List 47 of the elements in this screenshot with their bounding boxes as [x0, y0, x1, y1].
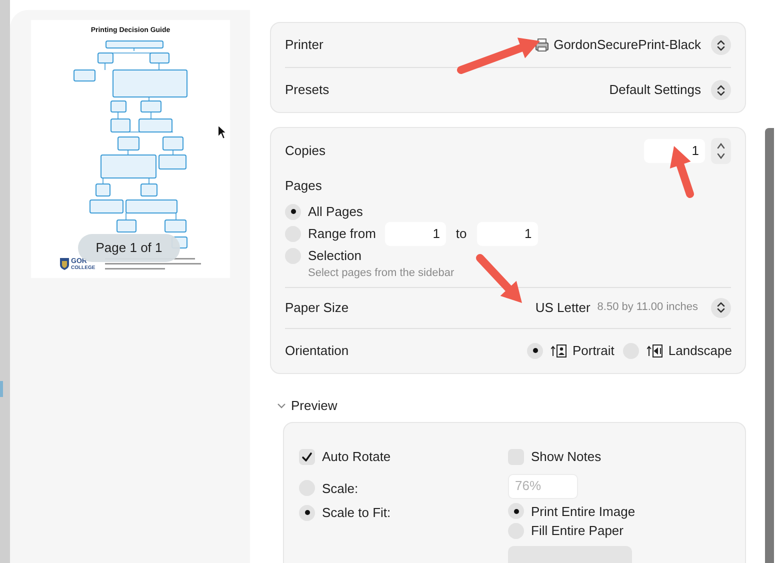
- paper-size-value: US Letter: [535, 298, 590, 317]
- radio-button[interactable]: [299, 504, 315, 521]
- checkbox-label: Auto Rotate: [322, 448, 391, 466]
- paper-size-popup-button[interactable]: [711, 298, 731, 318]
- radio-button[interactable]: [527, 342, 544, 358]
- printer-value: GordonSecurePrint-Black: [554, 36, 701, 54]
- checkbox[interactable]: [299, 448, 315, 465]
- radio-button[interactable]: [508, 503, 524, 520]
- section-title[interactable]: Preview: [291, 396, 338, 415]
- landscape-icon: [647, 344, 664, 358]
- annotation-arrow: [670, 146, 694, 198]
- presets-popup-button[interactable]: [711, 80, 731, 100]
- radio-label: Landscape: [668, 342, 732, 360]
- range-to-field[interactable]: 1: [476, 222, 538, 246]
- field-label: Orientation: [285, 342, 349, 360]
- up-down-chevron-icon: [716, 141, 726, 161]
- field-label: Copies: [285, 142, 326, 160]
- radio-label: Fill Entire Paper: [531, 522, 624, 540]
- field-label: Printer: [285, 36, 324, 54]
- field-label: Pages: [285, 177, 323, 195]
- shield-icon: [60, 258, 69, 270]
- radio-label: All Pages: [308, 202, 363, 221]
- radio-label: Portrait: [572, 342, 614, 360]
- field-label: Paper Size: [285, 298, 349, 317]
- up-down-chevron-icon: [717, 302, 725, 313]
- radio-label: Scale:: [322, 480, 358, 498]
- field-label: Presets: [285, 81, 330, 100]
- mouse-pointer-icon: [217, 124, 227, 140]
- radio-label: Scale to Fit:: [322, 504, 391, 522]
- copies-stepper[interactable]: [711, 138, 731, 164]
- radio-label: Print Entire Image: [531, 502, 636, 521]
- radio-label: Range from: [308, 224, 376, 243]
- checkbox-label: Show Notes: [531, 448, 602, 466]
- up-down-chevron-icon: [717, 40, 725, 50]
- annotation-arrow: [476, 254, 522, 303]
- chevron-icon[interactable]: [277, 400, 286, 410]
- hint-text: Select pages from the sidebar: [308, 266, 456, 278]
- up-down-chevron-icon: [717, 84, 725, 96]
- radio-label: Selection: [308, 246, 362, 265]
- printer-popup-button[interactable]: [711, 35, 731, 55]
- scrollbar-thumb[interactable]: [765, 128, 774, 563]
- paper-size-detail: 8.50 by 11.00 inches: [597, 300, 698, 316]
- radio-button[interactable]: [285, 204, 301, 220]
- presets-value: Default Settings: [609, 81, 701, 100]
- range-to-label: to: [456, 224, 467, 243]
- portrait-icon: [551, 344, 568, 358]
- range-from-field[interactable]: 1: [384, 222, 446, 246]
